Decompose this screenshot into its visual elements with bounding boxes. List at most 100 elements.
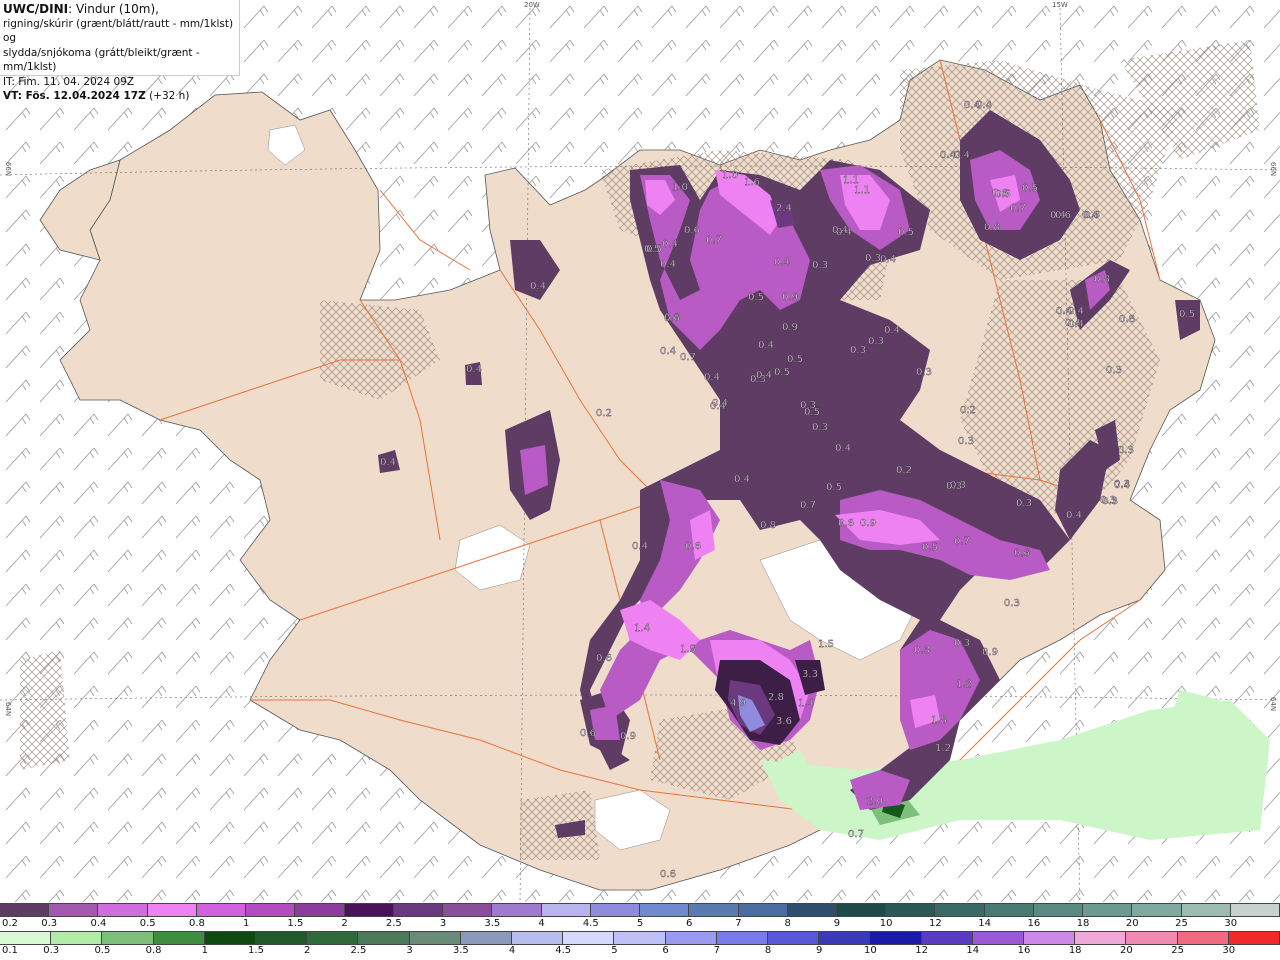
precip-value-label: 0.4 (832, 225, 848, 236)
rain-colorbar-cell (0, 932, 52, 944)
precip-value-label: 0.9 (982, 647, 998, 658)
rain-colorbar-tick: 16 (1017, 945, 1031, 956)
snow-colorbar-cell (393, 904, 444, 916)
precip-value-label: 0.7 (680, 352, 696, 363)
snow-colorbar-tick: 0.3 (41, 918, 58, 929)
snow-colorbar-cell (689, 904, 739, 916)
precip-value-label: 0.5 (1179, 309, 1195, 320)
rain-colorbar-tick: 14 (966, 945, 980, 956)
precip-value-label: 1.8 (931, 715, 947, 726)
grid-label-64n-right: 64N (1269, 696, 1278, 712)
precip-value-label: 1.4 (798, 698, 814, 709)
precip-value-label: 0.7 (848, 829, 864, 840)
rain-colorbar-cell (614, 932, 666, 944)
precip-value-label: 0.3 (1004, 598, 1020, 609)
precip-value-label: 0.4 (1082, 210, 1098, 221)
precip-value-label: 0.4 (704, 372, 720, 383)
snow-colorbar-cell (443, 904, 493, 916)
snow-colorbar-cell (738, 904, 788, 916)
title-line2: rigning/skúrir (grænt/blátt/rautt - mm/1… (3, 17, 234, 45)
precip-value-label: 1.4 (634, 623, 650, 634)
precip-value-label: 0.5 (826, 482, 842, 493)
rain-colorbar (0, 931, 1280, 945)
rain-colorbar-cell (153, 932, 205, 944)
precip-value-label: 0.8 (1119, 314, 1135, 325)
precip-value-label: 0.9 (782, 292, 798, 303)
precip-value-label: 0.4 (660, 259, 676, 270)
rain-colorbar-cell (102, 932, 154, 944)
precip-value-label: 0.3 (1100, 495, 1116, 506)
snow-colorbar-tick: 1 (242, 918, 250, 929)
rain-colorbar-cell (1228, 932, 1280, 944)
precip-value-label: 0.4 (774, 257, 790, 268)
snow-colorbar-tick: 3.5 (484, 918, 501, 929)
precip-value-label: 3.6 (776, 716, 792, 727)
precip-value-label: 0.3 (812, 422, 828, 433)
precip-value-label: 0.5 (787, 354, 803, 365)
snow-colorbar-tick: 6 (686, 918, 693, 929)
precip-value-label: 0.4 (835, 443, 851, 454)
precip-value-label: 0.3 (1016, 498, 1032, 509)
precip-value-label: 0.5 (804, 407, 820, 418)
precip-value-label: 3.3 (802, 669, 818, 680)
precip-value-label: 0.8 (760, 520, 776, 531)
precip-value-label: 0.4 (632, 541, 648, 552)
precip-value-label: 0.7 (800, 500, 816, 511)
precip-value-label: 0.8 (1094, 274, 1110, 285)
precip-value-label: 0.9 (860, 518, 876, 529)
precip-value-label: 0.4 (660, 346, 676, 357)
rain-colorbar-ticks: 0.1 0.3 0.5 0.8 1 1.5 2 2.5 3 3.5 4 4.5 5 6 7 8 9 10 12 14 1… (0, 945, 1280, 959)
rain-colorbar-cell (409, 932, 461, 944)
snow-colorbar-tick: 2.5 (385, 918, 402, 929)
grid-label-66n-right: 66N (1269, 161, 1278, 177)
title-line1: : Vindur (10m), (68, 2, 159, 16)
precip-value-label: 0.4 (712, 398, 728, 409)
precip-value-label: 1.1 (854, 185, 870, 196)
weather-map: 1.01.01.6 1.11.12.40.40.40.40.60.50.70.60… (0, 0, 1280, 902)
rain-colorbar-tick: 6 (662, 945, 669, 956)
precip-value-label: 1.2 (956, 679, 972, 690)
precip-value-label: 0.5 (898, 227, 914, 238)
snow-colorbar-tick: 1.5 (287, 918, 304, 929)
grid-label-66n-left: 66N (4, 161, 13, 177)
rain-colorbar-tick: 0.8 (145, 945, 162, 956)
rain-colorbar-tick: 4 (508, 945, 516, 956)
precip-value-label: 0.6 (685, 541, 701, 552)
precip-value-label: 0.3 (865, 253, 881, 264)
rain-colorbar-tick: 9 (816, 945, 823, 956)
precip-value-label: 0.7 (706, 235, 722, 246)
precip-value-label: 0.3 (916, 367, 932, 378)
snow-colorbar-cell (640, 904, 690, 916)
snow-colorbar-tick: 8 (784, 918, 791, 929)
rain-colorbar-tick: 1.5 (248, 945, 264, 956)
initial-time: IT: Fim. 11. 04. 2024 09Z (3, 75, 135, 88)
snow-colorbar-cell (984, 904, 1034, 916)
model-name: UWC/DINI (3, 2, 69, 16)
rain-colorbar-cell (563, 932, 615, 944)
rain-colorbar-cell (768, 932, 820, 944)
snow-colorbar-tick: 0.2 (2, 918, 18, 929)
rain-colorbar-cell (665, 932, 717, 944)
rain-colorbar-cell (307, 932, 359, 944)
snow-colorbar (0, 903, 1280, 917)
precip-value-label: 1.2 (935, 743, 951, 754)
map-title-box: UWC/DINI: Vindur (10m), rigning/skúrir (… (0, 0, 240, 102)
precip-value-label: 0.3 (1106, 365, 1122, 376)
snow-colorbar-tick: 16 (1027, 918, 1041, 929)
precip-value-label: 0.3 (1118, 445, 1134, 456)
snow-colorbar-tick: 0.5 (139, 918, 156, 929)
snow-colorbar-tick: 0.8 (188, 918, 205, 929)
precip-value-label: 0.3 (812, 260, 828, 271)
precip-value-label: 0.6 (1014, 548, 1030, 559)
snow-colorbar-cell (49, 904, 99, 916)
grid-label-20w: 20W (524, 1, 540, 9)
snow-colorbar-cell (1230, 904, 1280, 916)
snow-colorbar-ticks: 0.2 0.3 0.4 0.5 0.8 1 1.5 2 2.5 3 3.5 4 4.5 5 6 7 8 9 10 12… (0, 918, 1280, 932)
precip-value-label: 2.4 (776, 203, 792, 214)
snow-colorbar-cell (147, 904, 197, 916)
snow-colorbar-cell (344, 904, 394, 916)
snow-colorbar-cell (590, 904, 641, 916)
rain-colorbar-cell (921, 932, 973, 944)
snow-colorbar-cell (1033, 904, 1084, 916)
precip-value-label: 0.4 (1114, 480, 1130, 491)
